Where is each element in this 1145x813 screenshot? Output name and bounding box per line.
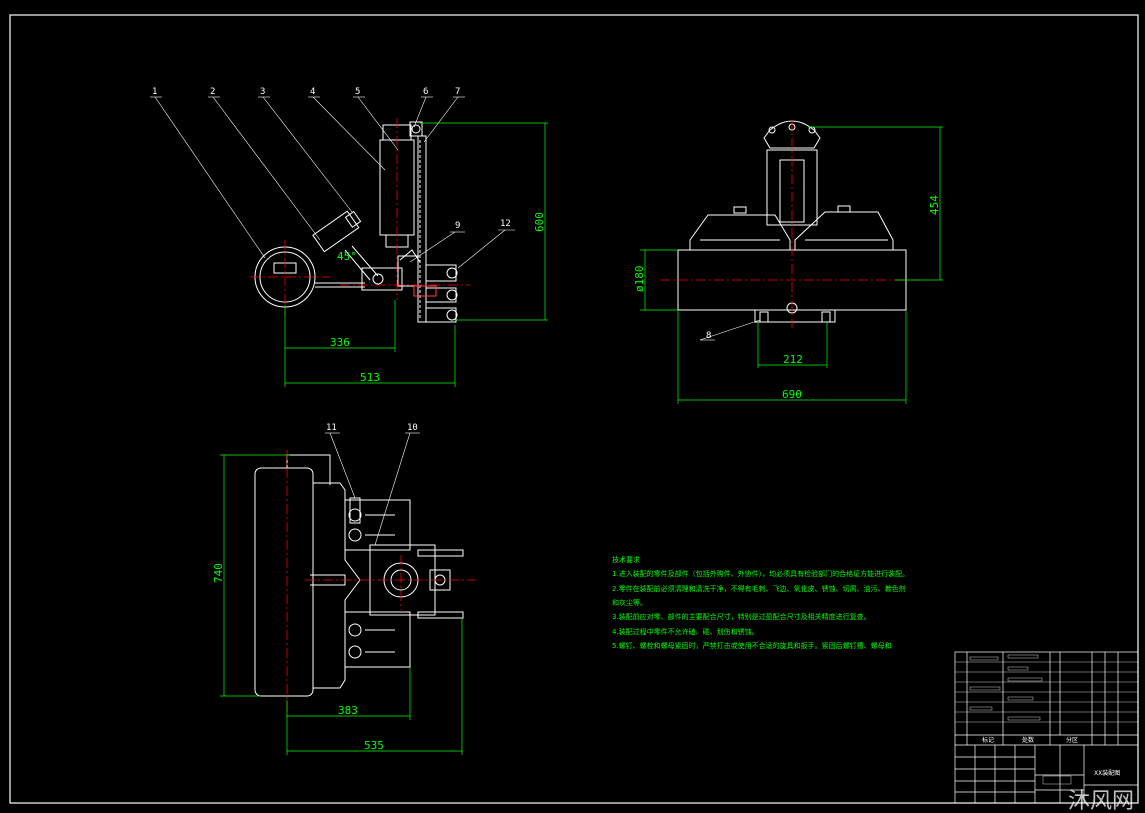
dim-535: 535 (364, 739, 384, 752)
angle-label: 45° (337, 250, 357, 263)
angled-tube (312, 210, 362, 253)
tech-notes-title: 技术要求 (612, 555, 640, 564)
title-block-label: 标记 (982, 736, 994, 744)
part-label-1: 1 (152, 87, 157, 97)
cad-drawing-sheet: 1 2 3 4 5 6 7 9 12 45° 600 336 513 8 454… (9, 14, 1139, 813)
tech-note-line: 5.螺钉、螺栓和螺母紧固时，严禁打击或使用不合适的旋具和扳手。紧固后螺钉槽、螺母… (612, 641, 892, 650)
dim-212: 212 (783, 353, 803, 366)
tech-note-line: 3.装配前应对零、部件的主要配合尺寸，特别是过盈配合尺寸及相关精度进行复查。 (612, 612, 871, 621)
part-label-11: 11 (326, 423, 337, 433)
dim-600: 600 (533, 212, 546, 232)
tech-note-line: 和灰尘等。 (612, 598, 647, 607)
mount-plate (417, 135, 427, 323)
title-block-label: 处数 (1022, 736, 1034, 744)
part-label-2: 2 (210, 87, 215, 97)
part-label-4: 4 (310, 87, 315, 97)
part-label-12: 12 (500, 219, 511, 229)
tech-note-line: 4.装配过程中零件不允许磕、碰、划伤和锈蚀。 (612, 627, 759, 636)
title-block (954, 651, 1139, 804)
title-block-rows (955, 654, 1138, 785)
dim-454: 454 (928, 195, 941, 215)
part-label-9: 9 (455, 221, 460, 231)
top-view (254, 454, 464, 697)
dim-513: 513 (360, 371, 380, 384)
dim-740: 740 (212, 563, 225, 583)
watermark-logo: 沐风网 (1068, 789, 1134, 813)
front-view (254, 121, 458, 323)
title-block-label: 分区 (1066, 736, 1078, 744)
part-label-5: 5 (355, 87, 360, 97)
top-main-body (254, 467, 314, 697)
dim-690: 690 (782, 388, 802, 401)
dim-383: 383 (338, 704, 358, 717)
tech-note-line: 2.零件在装配前必须清理和清洗干净，不得有毛刺、飞边、氧化皮、锈蚀、切屑、油污、… (612, 584, 906, 593)
technical-notes: 技术要求 1.进入装配的零件及部件（包括外购件、外协件），均必须具有检验部门的合… (612, 555, 909, 650)
part-label-10: 10 (407, 423, 418, 433)
part-label-3: 3 (260, 87, 265, 97)
part-label-6: 6 (423, 87, 428, 97)
part-label-7: 7 (455, 87, 460, 97)
dim-336: 336 (330, 336, 350, 349)
drawing-name: XX装配图 (1094, 769, 1120, 777)
dim-180: ø180 (633, 266, 646, 293)
tech-note-line: 1.进入装配的零件及部件（包括外购件、外协件），均必须具有检验部门的合格证方能进… (612, 569, 909, 578)
part-label-8: 8 (706, 331, 711, 341)
drawing-border (9, 14, 1139, 804)
